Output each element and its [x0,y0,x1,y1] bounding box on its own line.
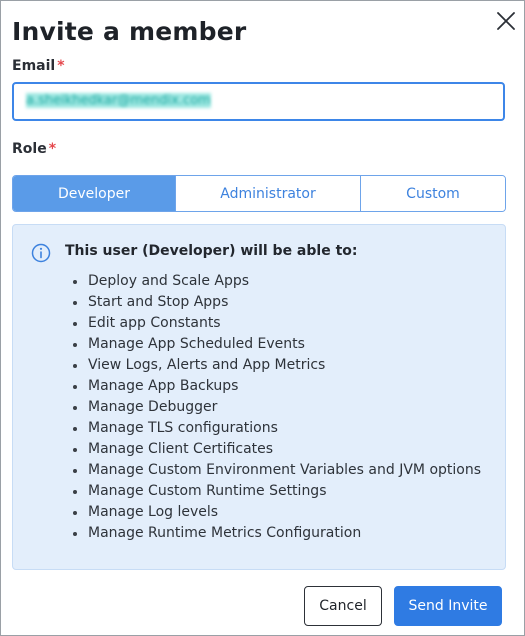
info-icon [31,243,51,263]
list-item: Manage Runtime Metrics Configuration [71,523,481,544]
list-item: Manage Log levels [71,502,481,523]
list-item: Manage TLS configurations [71,418,481,439]
permissions-heading: This user (Developer) will be able to: [65,243,358,259]
close-icon[interactable] [495,10,517,32]
list-item: Manage Debugger [71,397,481,418]
cancel-button[interactable]: Cancel [304,586,382,626]
send-invite-button[interactable]: Send Invite [394,586,502,626]
list-item: Manage Custom Environment Variables and … [71,460,481,481]
required-mark: * [57,58,65,74]
list-item: Manage App Backups [71,376,481,397]
list-item: View Logs, Alerts and App Metrics [71,355,481,376]
email-value: a.sheikhedkar@mendix.com [26,93,211,108]
list-item: Deploy and Scale Apps [71,271,481,292]
dialog-title: Invite a member [12,17,247,46]
role-option-custom[interactable]: Custom [360,176,505,211]
list-item: Start and Stop Apps [71,292,481,313]
list-item: Manage App Scheduled Events [71,334,481,355]
role-label-text: Role [12,141,47,157]
email-label: Email * [12,58,65,74]
list-item: Edit app Constants [71,313,481,334]
permissions-info-panel: This user (Developer) will be able to: D… [12,224,506,570]
invite-member-dialog: Invite a member Email * a.sheikhedkar@men… [0,0,525,636]
role-option-administrator[interactable]: Administrator [175,176,360,211]
email-label-text: Email [12,58,56,74]
role-selector: Developer Administrator Custom [12,175,506,212]
email-field[interactable]: a.sheikhedkar@mendix.com [12,82,505,121]
role-option-developer[interactable]: Developer [13,176,175,211]
permissions-list: Deploy and Scale Apps Start and Stop App… [71,271,481,544]
list-item: Manage Client Certificates [71,439,481,460]
required-mark: * [48,141,57,157]
list-item: Manage Custom Runtime Settings [71,481,481,502]
role-label: Role * [12,141,56,157]
